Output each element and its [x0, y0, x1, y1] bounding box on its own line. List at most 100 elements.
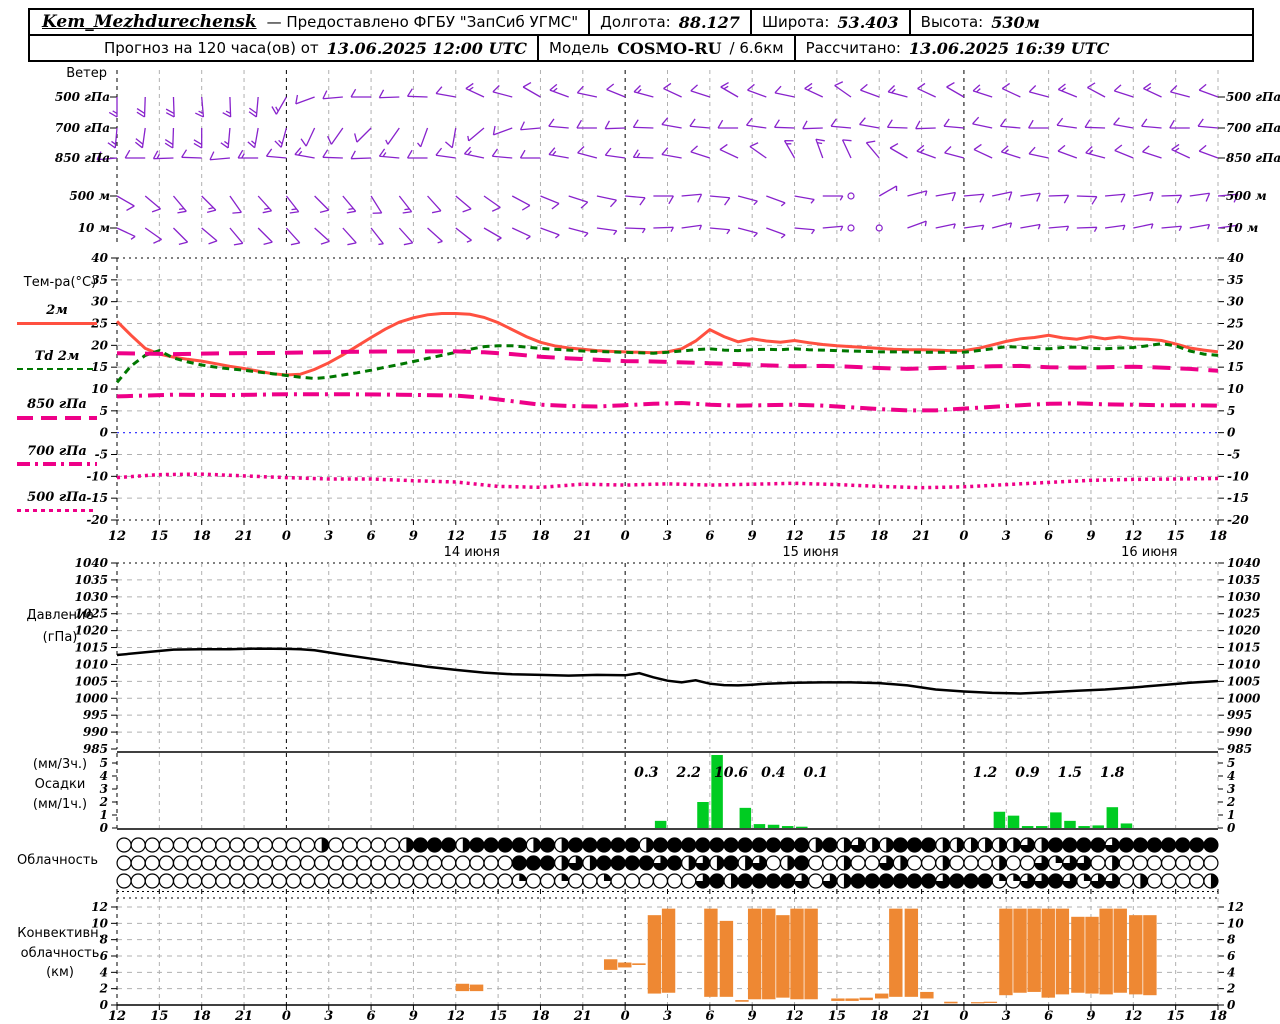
svg-text:12: 12 — [447, 529, 465, 544]
svg-text:1030: 1030 — [75, 590, 109, 604]
svg-text:0.3: 0.3 — [634, 765, 659, 781]
svg-text:15: 15 — [150, 1009, 168, 1024]
svg-text:14 июня: 14 июня — [444, 545, 500, 560]
svg-text:8: 8 — [1227, 933, 1236, 947]
wind-row-label-500m: 500 м — [1226, 189, 1267, 203]
wind-row-label-700hpa: 700 гПа — [54, 121, 110, 135]
svg-text:3: 3 — [1227, 782, 1235, 796]
svg-text:0: 0 — [959, 1009, 968, 1024]
legend-line-850 — [17, 416, 97, 420]
svg-text:9: 9 — [409, 1009, 418, 1024]
svg-text:40: 40 — [1227, 251, 1244, 265]
svg-text:2: 2 — [1226, 982, 1235, 996]
svg-text:-15: -15 — [1227, 491, 1249, 505]
svg-text:6: 6 — [1227, 949, 1236, 963]
svg-text:1030: 1030 — [1227, 590, 1261, 604]
svg-text:2: 2 — [99, 982, 108, 996]
svg-text:18: 18 — [1209, 1009, 1227, 1024]
svg-text:15: 15 — [1167, 1009, 1185, 1024]
svg-text:18: 18 — [870, 1009, 888, 1024]
svg-text:3: 3 — [1002, 1009, 1011, 1024]
pressure-panel-title: Давление — [26, 608, 94, 623]
svg-text:10: 10 — [1227, 916, 1244, 930]
svg-text:995: 995 — [1227, 708, 1252, 722]
svg-text:-10: -10 — [1227, 469, 1249, 483]
wind-row-label-10m: 10 м — [77, 221, 110, 235]
svg-text:6: 6 — [367, 1009, 376, 1024]
conv-panel-title-2: облачность — [20, 946, 100, 961]
svg-text:15: 15 — [489, 529, 507, 544]
svg-text:10: 10 — [91, 382, 108, 396]
wind-row-label-500hpa: 500 гПа — [1226, 90, 1280, 104]
svg-text:6: 6 — [367, 529, 376, 544]
meteogram-svg: 40 4035 3530 3025 2520 2015 1510 105 50 0-5 -5-10-… — [75, 70, 1261, 1024]
svg-text:12: 12 — [1124, 529, 1142, 544]
pressure-panel-units: (гПа) — [42, 630, 78, 645]
svg-text:5: 5 — [1227, 404, 1235, 418]
legend-label-td2m: Td 2м — [34, 349, 80, 364]
wind-row-label-850hpa: 850 гПа — [54, 151, 110, 165]
convective-panel: 12 1210 108 86 64 42 20 0 — [91, 897, 1244, 1012]
pressure-panel: 1040 10401035 10351030 10301025 10251020 1020… — [75, 556, 1261, 756]
svg-text:30: 30 — [1227, 295, 1244, 309]
svg-text:1020: 1020 — [1227, 624, 1261, 638]
temperature-panel: 40 4035 3530 3025 2520 2015 1510 105 50 0-5 -5-10-… — [86, 251, 1249, 527]
svg-text:2: 2 — [1226, 795, 1235, 809]
svg-text:1000: 1000 — [75, 691, 109, 705]
svg-text:-10: -10 — [86, 469, 108, 483]
svg-text:995: 995 — [83, 708, 108, 722]
svg-text:21: 21 — [234, 529, 253, 544]
svg-text:0.1: 0.1 — [804, 765, 828, 781]
svg-text:0: 0 — [100, 821, 109, 835]
svg-text:990: 990 — [1227, 725, 1253, 739]
svg-text:15: 15 — [150, 529, 168, 544]
svg-text:-20: -20 — [1227, 513, 1249, 527]
svg-text:1005: 1005 — [75, 674, 108, 688]
svg-text:21: 21 — [912, 529, 931, 544]
svg-text:9: 9 — [748, 1009, 757, 1024]
svg-text:12: 12 — [1124, 1009, 1142, 1024]
svg-text:6: 6 — [1044, 529, 1053, 544]
svg-text:0.4: 0.4 — [761, 765, 785, 781]
legend-line-2m — [17, 322, 97, 325]
svg-text:3: 3 — [324, 1009, 333, 1024]
svg-text:12: 12 — [108, 1009, 126, 1024]
svg-text:12: 12 — [108, 529, 126, 544]
svg-text:20: 20 — [1226, 338, 1244, 352]
svg-text:5: 5 — [1227, 756, 1235, 770]
svg-text:40: 40 — [91, 251, 108, 265]
svg-text:12: 12 — [91, 900, 108, 914]
svg-text:35: 35 — [1227, 273, 1244, 287]
svg-text:6: 6 — [705, 1009, 714, 1024]
svg-text:4: 4 — [1227, 965, 1235, 979]
svg-text:18: 18 — [870, 529, 888, 544]
svg-text:-5: -5 — [1227, 448, 1240, 462]
svg-text:10.6: 10.6 — [714, 765, 748, 781]
svg-text:0: 0 — [959, 529, 968, 544]
legend-label-700: 700 гПа — [27, 444, 87, 459]
svg-text:12: 12 — [1227, 900, 1244, 914]
svg-text:25: 25 — [1226, 317, 1244, 331]
svg-text:1035: 1035 — [1227, 573, 1260, 587]
cloud-panel-title: Облачность — [16, 853, 99, 868]
svg-text:3: 3 — [1002, 529, 1011, 544]
svg-text:3: 3 — [663, 1009, 672, 1024]
svg-text:18: 18 — [193, 1009, 211, 1024]
svg-text:15: 15 — [828, 1009, 846, 1024]
wind-row-label-500hpa: 500 гПа — [54, 90, 110, 104]
svg-text:4: 4 — [1227, 769, 1235, 783]
temp-panel-title: Тем-ра(°C) — [23, 275, 97, 290]
svg-text:21: 21 — [573, 1009, 592, 1024]
svg-text:2.2: 2.2 — [675, 765, 701, 781]
cloud-panel — [116, 837, 1219, 894]
svg-text:9: 9 — [748, 529, 757, 544]
legend-line-700 — [17, 462, 97, 466]
svg-text:6: 6 — [1044, 1009, 1053, 1024]
svg-text:-20: -20 — [86, 513, 108, 527]
svg-text:1010: 1010 — [1227, 657, 1261, 671]
precip-units-1h: (мм/1ч.) — [32, 797, 88, 812]
svg-text:10: 10 — [1227, 382, 1244, 396]
legend-label-500: 500 гПа — [27, 490, 87, 505]
svg-text:985: 985 — [1227, 742, 1252, 756]
svg-text:9: 9 — [1086, 1009, 1095, 1024]
